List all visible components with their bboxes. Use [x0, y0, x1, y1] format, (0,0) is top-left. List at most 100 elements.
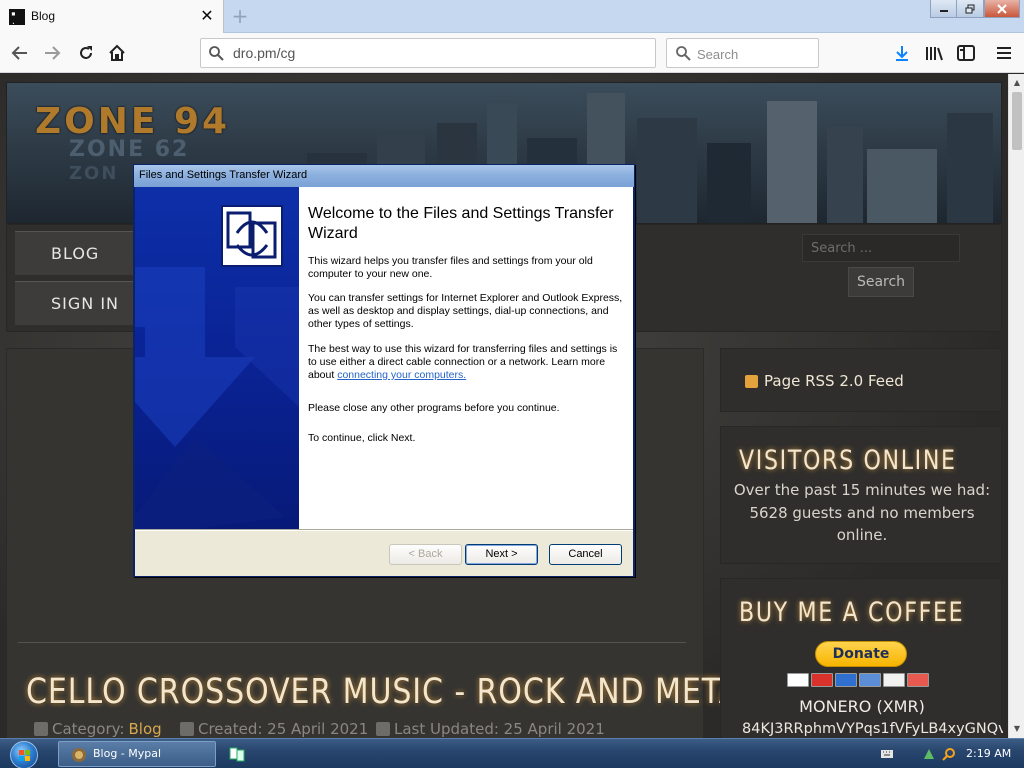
back-button[interactable]: [6, 39, 34, 67]
dialog-body: Welcome to the Files and Settings Transf…: [135, 187, 633, 576]
article-category: Category: Blog: [34, 720, 162, 738]
restore-icon: [965, 4, 975, 13]
cancel-button[interactable]: Cancel: [549, 544, 622, 565]
coffee-heading: BUY ME A COFFEE: [739, 597, 965, 628]
downloads-button[interactable]: [888, 39, 916, 67]
reload-button[interactable]: [72, 39, 100, 67]
next-button[interactable]: Next >: [465, 544, 538, 565]
windows-logo-icon: [19, 750, 30, 761]
back-button[interactable]: < Back: [389, 544, 462, 565]
navigation-toolbar: [0, 33, 1024, 73]
folder-icon: [34, 722, 48, 736]
library-button[interactable]: [920, 39, 948, 67]
dialog-title-bar[interactable]: Files and Settings Transfer Wizard: [134, 165, 634, 187]
article-title[interactable]: CELLO CROSSOVER MUSIC - ROCK AND METAL: [26, 672, 758, 712]
minimize-window-button[interactable]: [930, 0, 958, 18]
donate-button[interactable]: Donate: [815, 641, 907, 667]
category-link[interactable]: Blog: [128, 720, 161, 738]
rss-icon: [745, 374, 758, 388]
wizard-paragraph: This wizard helps you transfer files and…: [308, 255, 593, 280]
close-window-button[interactable]: [984, 0, 1020, 18]
page-scrollbar[interactable]: ▲ ▼: [1008, 74, 1024, 738]
wizard-heading: Welcome to the Files and Settings Transf…: [308, 205, 614, 242]
taskbar-window-label: Blog - Mypal: [93, 747, 162, 760]
visitors-text: Over the past 15 minutes we had: 5628 gu…: [733, 481, 991, 544]
network-icon[interactable]: [922, 747, 936, 761]
payment-cards: [787, 673, 929, 687]
mastercard-icon: [811, 673, 833, 687]
tab-strip: ▪ · Blog ✕ +: [0, 0, 1024, 34]
home-icon: [109, 44, 125, 61]
button-separator: [135, 529, 633, 531]
article-updated-date: Last Updated: 25 April 2021: [376, 720, 605, 738]
site-favicon-icon: ▪ ·: [9, 9, 25, 28]
nav-item-blog[interactable]: BLOG: [15, 231, 147, 275]
menu-button[interactable]: [990, 39, 1018, 67]
nav-item-sign-in[interactable]: SIGN IN: [15, 281, 147, 325]
browser-search-input[interactable]: [697, 44, 812, 64]
restore-window-button[interactable]: [956, 0, 984, 18]
calendar-icon: [180, 722, 194, 736]
back-arrow-icon: [11, 46, 27, 60]
tab-title: Blog: [31, 9, 56, 23]
keyboard-icon[interactable]: [880, 747, 894, 761]
category-label: Category:: [52, 720, 125, 738]
wizard-paragraph: Please close any other programs before y…: [308, 402, 560, 414]
wizard-content-panel: Welcome to the Files and Settings Transf…: [299, 187, 633, 529]
sidebar-toggle-button[interactable]: [952, 39, 980, 67]
connecting-computers-link[interactable]: connecting your computers.: [337, 369, 466, 381]
site-logo: ZONE 94: [35, 101, 231, 142]
site-search-button[interactable]: Search: [848, 267, 914, 297]
site-logo-echo: ZONE 62: [69, 137, 190, 162]
site-search-input[interactable]: [802, 234, 960, 262]
hamburger-menu-icon: [997, 47, 1011, 59]
visitors-heading: VISITORS ONLINE: [739, 445, 957, 476]
start-button[interactable]: [10, 741, 38, 768]
transfer-wizard-icon[interactable]: [228, 745, 246, 763]
search-icon[interactable]: [942, 747, 956, 761]
transfer-wizard-icon: [221, 205, 283, 267]
scroll-down-arrow-icon[interactable]: ▼: [1012, 724, 1022, 734]
visa-card-icon: [787, 673, 809, 687]
library-icon: [926, 47, 943, 61]
rss-feed-link[interactable]: Page RSS 2.0 Feed: [745, 372, 904, 390]
tab-close-icon[interactable]: ✕: [199, 7, 215, 25]
taskbar-window-blog-mypal[interactable]: Blog - Mypal: [58, 741, 216, 767]
home-button[interactable]: [103, 39, 131, 67]
coffee-module: BUY ME A COFFEE Donate MONERO (XMR) 84KJ…: [720, 578, 1003, 738]
maestro-card-icon: [835, 673, 857, 687]
browser-search-box[interactable]: [666, 38, 819, 68]
updated-date: Last Updated: 25 April 2021: [394, 720, 605, 738]
forward-arrow-icon: [45, 46, 61, 60]
bank-card-icon: [907, 673, 929, 687]
address-bar[interactable]: [200, 38, 656, 68]
close-icon: [997, 3, 1007, 14]
scroll-up-arrow-icon[interactable]: ▲: [1012, 78, 1022, 88]
transfer-wizard-icon: [226, 211, 277, 259]
divider: [18, 642, 686, 643]
wizard-paragraph: To continue, click Next.: [308, 432, 416, 444]
monero-label: MONERO (XMR): [799, 697, 925, 716]
taskbar: Blog - Mypal 2:19 AM: [0, 738, 1024, 768]
new-tab-icon[interactable]: +: [228, 5, 252, 29]
sidebar-icon: [957, 45, 975, 61]
wizard-paragraph: You can transfer settings for Internet E…: [308, 292, 623, 330]
site-logo-echo: ZON: [69, 163, 119, 184]
minimize-icon: [940, 9, 948, 12]
forward-button[interactable]: [38, 39, 66, 67]
url-input[interactable]: [233, 43, 643, 63]
system-clock[interactable]: 2:19 AM: [966, 747, 1011, 760]
rss-label: Page RSS 2.0 Feed: [764, 372, 904, 390]
visitors-module: VISITORS ONLINE Over the past 15 minutes…: [720, 426, 1002, 564]
search-icon: [209, 46, 224, 61]
monero-address: 84KJ3RRphmVYPqs1fVFyLB4xyGNQv1: [742, 721, 1003, 737]
browser-tab-blog[interactable]: ▪ · Blog ✕: [0, 0, 224, 34]
article-created-date: Created: 25 April 2021: [180, 720, 368, 738]
search-icon: [676, 46, 691, 61]
amex-card-icon: [859, 673, 881, 687]
download-arrow-icon: [896, 46, 908, 61]
reload-icon: [80, 46, 92, 59]
scroll-thumb[interactable]: [1012, 92, 1022, 150]
discover-card-icon: [883, 673, 905, 687]
rss-module: Page RSS 2.0 Feed: [720, 348, 1002, 412]
